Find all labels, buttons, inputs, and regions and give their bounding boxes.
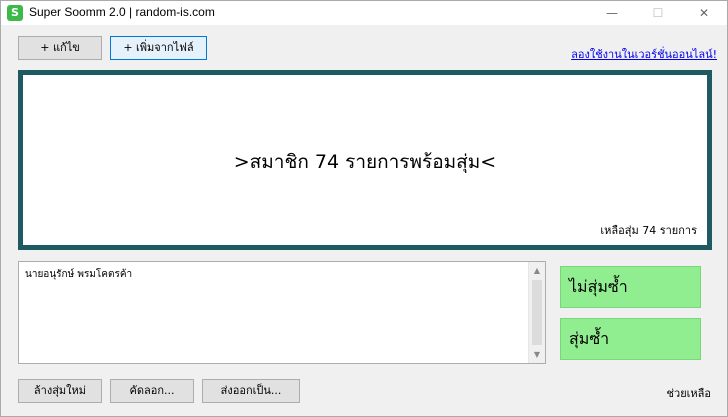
remaining-count: เหลือสุ่ม 74 รายการ: [600, 224, 697, 237]
duplicate-draw-button[interactable]: สุ่มซ้ำ: [560, 318, 701, 360]
no-duplicate-draw-button[interactable]: ไม่สุ่มซ้ำ: [560, 266, 701, 308]
scroll-thumb[interactable]: [532, 280, 542, 345]
edit-button[interactable]: + แก้ไข: [18, 36, 102, 60]
scroll-up-icon[interactable]: ▲: [529, 262, 545, 279]
result-display: >สมาชิก 74 รายการพร้อมสุ่ม< เหลือสุ่ม 74…: [18, 70, 712, 250]
minimize-icon[interactable]: —: [589, 1, 635, 25]
window-title: Super Soomm 2.0 | random-is.com: [29, 5, 215, 19]
add-from-file-button[interactable]: + เพิ่มจากไฟล์: [110, 36, 207, 60]
export-button[interactable]: ส่งออกเป็น...: [202, 379, 300, 403]
list-item[interactable]: นายอนุรักษ์ พรมโคตรค้า: [25, 267, 132, 282]
close-icon[interactable]: ✕: [681, 1, 727, 25]
reset-button[interactable]: ล้างสุ่มใหม่: [18, 379, 102, 403]
try-online-link[interactable]: ลองใช้งานในเวอร์ชั่นออนไลน์!: [571, 45, 717, 63]
title-bar[interactable]: S Super Soomm 2.0 | random-is.com — ☐ ✕: [1, 1, 727, 25]
maximize-icon[interactable]: ☐: [635, 1, 681, 25]
cut-button[interactable]: คัดลอก...: [110, 379, 194, 403]
app-window: S Super Soomm 2.0 | random-is.com — ☐ ✕ …: [0, 0, 728, 417]
help-link[interactable]: ช่วยเหลือ: [667, 384, 711, 402]
scroll-down-icon[interactable]: ▼: [529, 346, 545, 363]
vertical-scrollbar[interactable]: ▲ ▼: [528, 262, 545, 363]
app-icon: S: [7, 5, 23, 21]
display-message: >สมาชิก 74 รายการพร้อมสุ่ม<: [233, 151, 497, 173]
result-list[interactable]: นายอนุรักษ์ พรมโคตรค้า ▲ ▼: [18, 261, 546, 364]
